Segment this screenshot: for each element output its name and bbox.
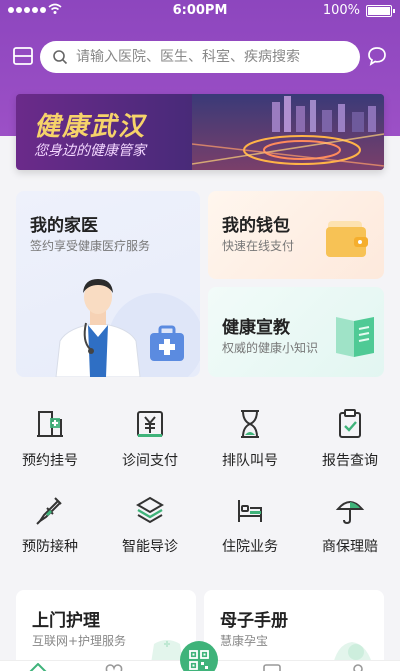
mother-child-subtitle: 慧康孕宝 xyxy=(220,634,269,648)
service-booking[interactable]: 预约挂号 xyxy=(0,408,100,470)
doctor-illustration xyxy=(55,279,200,377)
wallet-title: 我的钱包 xyxy=(222,216,290,236)
wallet-card[interactable]: 我的钱包 快速在线支付 xyxy=(208,191,384,279)
service-label: 报告查询 xyxy=(322,453,378,469)
book-icon xyxy=(336,317,374,357)
health-education-title: 健康宣教 xyxy=(222,318,290,338)
search-input[interactable] xyxy=(76,49,336,65)
profile-tab-icon[interactable] xyxy=(348,663,368,671)
service-label: 诊间支付 xyxy=(122,453,178,469)
wallet-subtitle: 快速在线支付 xyxy=(222,239,295,253)
city-skyline-image xyxy=(192,94,384,170)
service-queue[interactable]: 排队叫号 xyxy=(200,408,300,470)
qr-code-icon xyxy=(189,650,209,670)
service-label: 商保理赔 xyxy=(322,539,378,555)
home-nursing-subtitle: 互联网+护理服务 xyxy=(32,634,127,648)
search-icon xyxy=(53,50,68,65)
syringe-icon xyxy=(36,497,62,525)
home-nursing-card[interactable]: 上门护理 互联网+护理服务 xyxy=(16,590,196,671)
scan-icon[interactable] xyxy=(12,45,34,67)
service-insurance[interactable]: 商保理赔 xyxy=(300,494,400,556)
service-report[interactable]: 报告查询 xyxy=(300,408,400,470)
service-label: 预防接种 xyxy=(22,539,78,555)
health-education-card[interactable]: 健康宣教 权威的健康小知识 xyxy=(208,287,384,377)
mother-child-title: 母子手册 xyxy=(220,611,288,631)
family-doctor-subtitle: 签约享受健康医疗服务 xyxy=(30,239,151,253)
hospital-booking-icon xyxy=(37,411,63,437)
layers-icon xyxy=(136,496,164,524)
promo-banner[interactable]: 健康武汉 您身边的健康管家 xyxy=(16,94,384,170)
service-inpatient[interactable]: 住院业务 xyxy=(200,494,300,556)
banner-subtitle: 您身边的健康管家 xyxy=(34,143,146,159)
heart-tab-icon[interactable] xyxy=(104,663,124,671)
home-tab-icon[interactable] xyxy=(28,663,48,671)
battery-icon xyxy=(366,5,395,17)
service-label: 住院业务 xyxy=(222,539,278,555)
yuan-payment-icon xyxy=(137,411,163,437)
qr-code-button[interactable] xyxy=(180,641,218,671)
services-row-2: 预防接种 智能导诊 住院业务 商保理赔 xyxy=(0,494,400,556)
wallet-icon xyxy=(326,221,368,257)
clipboard-check-icon xyxy=(339,409,361,438)
service-vaccination[interactable]: 预防接种 xyxy=(0,494,100,556)
home-nursing-title: 上门护理 xyxy=(32,611,100,631)
family-doctor-card[interactable]: 我的家医 签约享受健康医疗服务 xyxy=(16,191,200,377)
service-label: 预约挂号 xyxy=(22,453,78,469)
service-guide[interactable]: 智能导诊 xyxy=(100,494,200,556)
services-row-1: 预约挂号 诊间支付 排队叫号 报告查询 xyxy=(0,408,400,470)
status-bar: 6:00PM 100% xyxy=(0,0,400,22)
service-payment[interactable]: 诊间支付 xyxy=(100,408,200,470)
service-label: 排队叫号 xyxy=(222,453,278,469)
banner-title: 健康武汉 xyxy=(34,112,147,142)
search-bar[interactable] xyxy=(40,41,360,73)
bed-icon xyxy=(238,500,262,522)
message-icon[interactable] xyxy=(366,45,388,67)
hourglass-icon xyxy=(241,410,259,438)
family-doctor-title: 我的家医 xyxy=(30,216,98,236)
message-tab-icon[interactable] xyxy=(262,663,282,671)
health-education-subtitle: 权威的健康小知识 xyxy=(222,341,319,355)
umbrella-icon xyxy=(335,501,365,525)
battery-percent: 100% xyxy=(322,3,360,18)
mother-child-card[interactable]: 母子手册 慧康孕宝 xyxy=(204,590,384,671)
service-label: 智能导诊 xyxy=(122,539,178,555)
